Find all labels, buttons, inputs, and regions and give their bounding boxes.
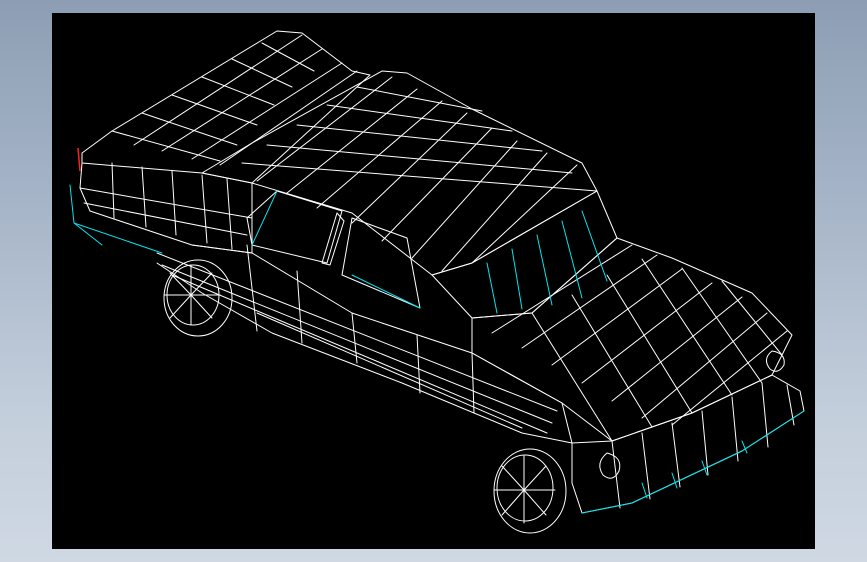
mesh-cyan-lines [69, 184, 805, 514]
rear-wheel [163, 259, 233, 337]
side-window-front [341, 217, 421, 309]
roof-outline [201, 70, 598, 276]
side-sill-cyan [351, 274, 421, 309]
body-side-outline [156, 244, 573, 444]
bumper-grid [611, 382, 795, 509]
front-bumper-cyan [581, 410, 805, 514]
roof-grid-cross [241, 86, 598, 192]
windshield-cyan [486, 210, 608, 314]
headlight-left [599, 452, 621, 479]
trunk-outline [81, 30, 371, 184]
tail-light-red [77, 147, 81, 172]
side-window-rear [246, 190, 343, 264]
front-bumper [571, 374, 805, 514]
hood-grid-long [491, 244, 788, 426]
trunk-grid-b [133, 34, 358, 166]
windshield-frame [431, 190, 618, 319]
wireframe-car-model [69, 30, 805, 534]
cad-viewport[interactable] [52, 13, 815, 549]
mesh-white-lines [79, 30, 805, 534]
hood-grid-cross [531, 258, 783, 442]
rear-panel [79, 162, 253, 254]
body-side-stripes [156, 252, 558, 434]
mesh-red-lines [77, 147, 81, 172]
trunk-grid-a [111, 42, 315, 162]
rear-window-cyan [251, 190, 278, 246]
front-wheel [493, 448, 567, 534]
rear-bumper-cyan [69, 184, 163, 254]
b-pillar [321, 212, 345, 266]
